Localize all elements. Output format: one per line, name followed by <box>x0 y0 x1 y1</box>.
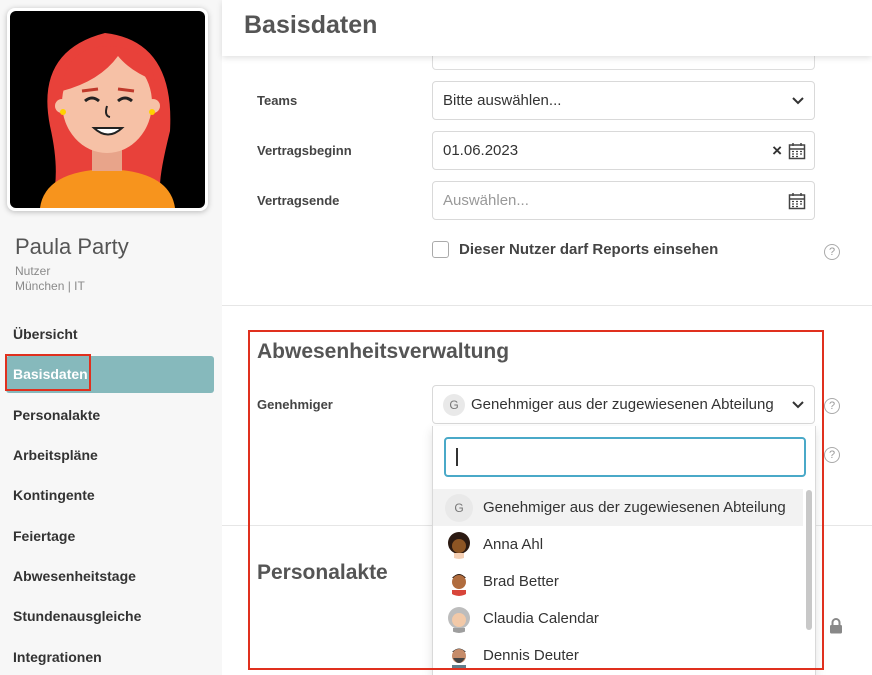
reports-checkbox-label[interactable]: Dieser Nutzer darf Reports einsehen <box>459 241 718 258</box>
sidebar: Paula Party Nutzer München | IT Übersich… <box>0 0 222 675</box>
absence-section-highlight-box <box>248 330 824 670</box>
profile-avatar[interactable] <box>7 8 208 211</box>
teams-label: Teams <box>257 93 298 108</box>
sidebar-item-label: Arbeitspläne <box>13 447 98 464</box>
reports-permission-row: Dieser Nutzer darf Reports einsehen <box>432 241 718 258</box>
user-name: Paula Party <box>15 234 129 259</box>
clear-icon[interactable]: × <box>772 141 782 161</box>
help-circle-icon[interactable]: ? <box>824 244 840 260</box>
sidebar-item-uebersicht[interactable]: Übersicht <box>0 314 222 354</box>
sidebar-item-label: Personalakte <box>13 406 101 423</box>
lock-icon <box>830 618 842 634</box>
sidebar-item-arbeitsplaene[interactable]: Arbeitspläne <box>0 435 222 475</box>
contract-start-label: Vertragsbeginn <box>257 143 352 158</box>
teams-select[interactable]: Bitte auswählen... <box>432 81 815 120</box>
sidebar-item-label: Stundenausgleiche <box>13 608 142 625</box>
sidebar-item-label: Kontingente <box>13 487 95 504</box>
nav-highlight-box <box>5 354 91 391</box>
page-header: Basisdaten <box>222 0 872 56</box>
sidebar-item-abwesenheitstage[interactable]: Abwesenheitstage <box>0 556 222 596</box>
sidebar-item-label: Feiertage <box>13 527 76 544</box>
teams-value: Bitte auswählen... <box>443 92 562 109</box>
contract-end-field[interactable]: Auswählen... <box>432 181 815 220</box>
user-location: München | IT <box>15 279 85 293</box>
section-divider <box>222 305 872 306</box>
calendar-icon[interactable] <box>788 192 806 210</box>
sidebar-item-integrationen[interactable]: Integrationen <box>0 636 222 675</box>
help-circle-icon[interactable]: ? <box>824 398 840 414</box>
page-title: Basisdaten <box>244 11 378 39</box>
sidebar-item-kontingente[interactable]: Kontingente <box>0 475 222 515</box>
sidebar-item-label: Integrationen <box>13 648 102 665</box>
sidebar-item-label: Abwesenheitstage <box>13 567 136 584</box>
calendar-icon[interactable] <box>788 142 806 160</box>
contract-end-label: Vertragsende <box>257 193 340 208</box>
reports-checkbox[interactable] <box>432 241 449 258</box>
help-circle-icon[interactable]: ? <box>824 447 840 463</box>
contract-start-value: 01.06.2023 <box>443 142 519 159</box>
sidebar-item-personalakte[interactable]: Personalakte <box>0 395 222 435</box>
user-role: Nutzer <box>15 264 51 278</box>
contract-start-field[interactable]: 01.06.2023 × <box>432 131 815 170</box>
sidebar-item-stundenausgleiche[interactable]: Stundenausgleiche <box>0 596 222 636</box>
sidebar-item-feiertage[interactable]: Feiertage <box>0 515 222 555</box>
contract-end-placeholder: Auswählen... <box>443 192 529 209</box>
chevron-down-icon <box>792 96 804 104</box>
sidebar-item-label: Übersicht <box>13 326 78 343</box>
avatar-illustration <box>10 11 205 208</box>
